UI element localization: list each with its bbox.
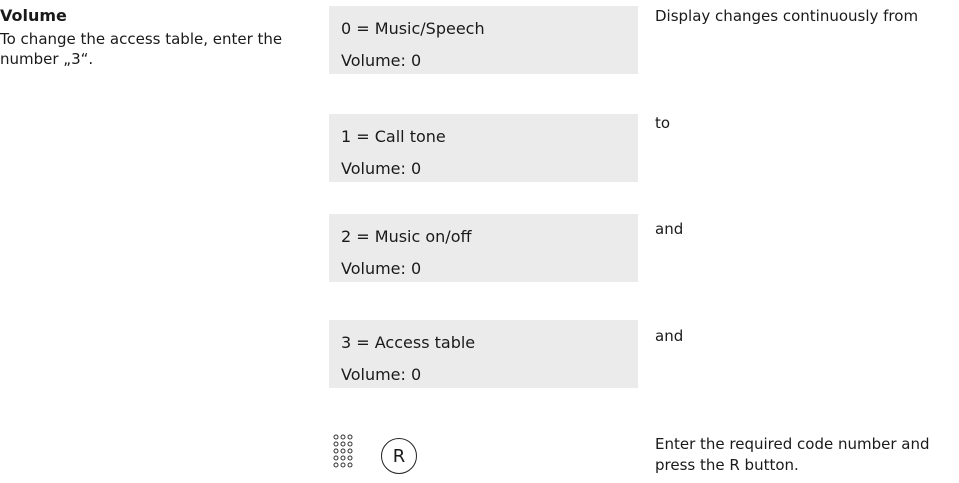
display-line-2: Volume: 0 [341,365,422,384]
display-line-1: 3 = Access table [341,333,476,352]
section-heading: Volume [0,6,67,25]
display-line-1: 2 = Music on/off [341,227,472,246]
display-line-2: Volume: 0 [341,259,422,278]
display-panel-3: 3 = Access table Volume: 0 [329,320,638,388]
note-to: to [655,114,671,132]
note-and: and [655,327,684,345]
display-panel-2: 2 = Music on/off Volume: 0 [329,214,638,282]
display-line-1: 0 = Music/Speech [341,19,485,38]
instruction-text: To change the access table, enter the nu… [0,30,283,68]
display-panel-1: 1 = Call tone Volume: 0 [329,114,638,182]
r-button-label: R [392,445,406,467]
note-display-changes: Display changes continuously from [655,7,919,25]
note-and: and [655,220,684,238]
display-line-1: 1 = Call tone [341,127,446,146]
note-enter-code: Enter the required code number and press… [655,435,930,474]
keypad-icon [333,434,353,468]
r-button[interactable]: R [381,438,417,474]
display-line-2: Volume: 0 [341,159,422,178]
display-line-2: Volume: 0 [341,51,422,70]
display-panel-0: 0 = Music/Speech Volume: 0 [329,6,638,74]
